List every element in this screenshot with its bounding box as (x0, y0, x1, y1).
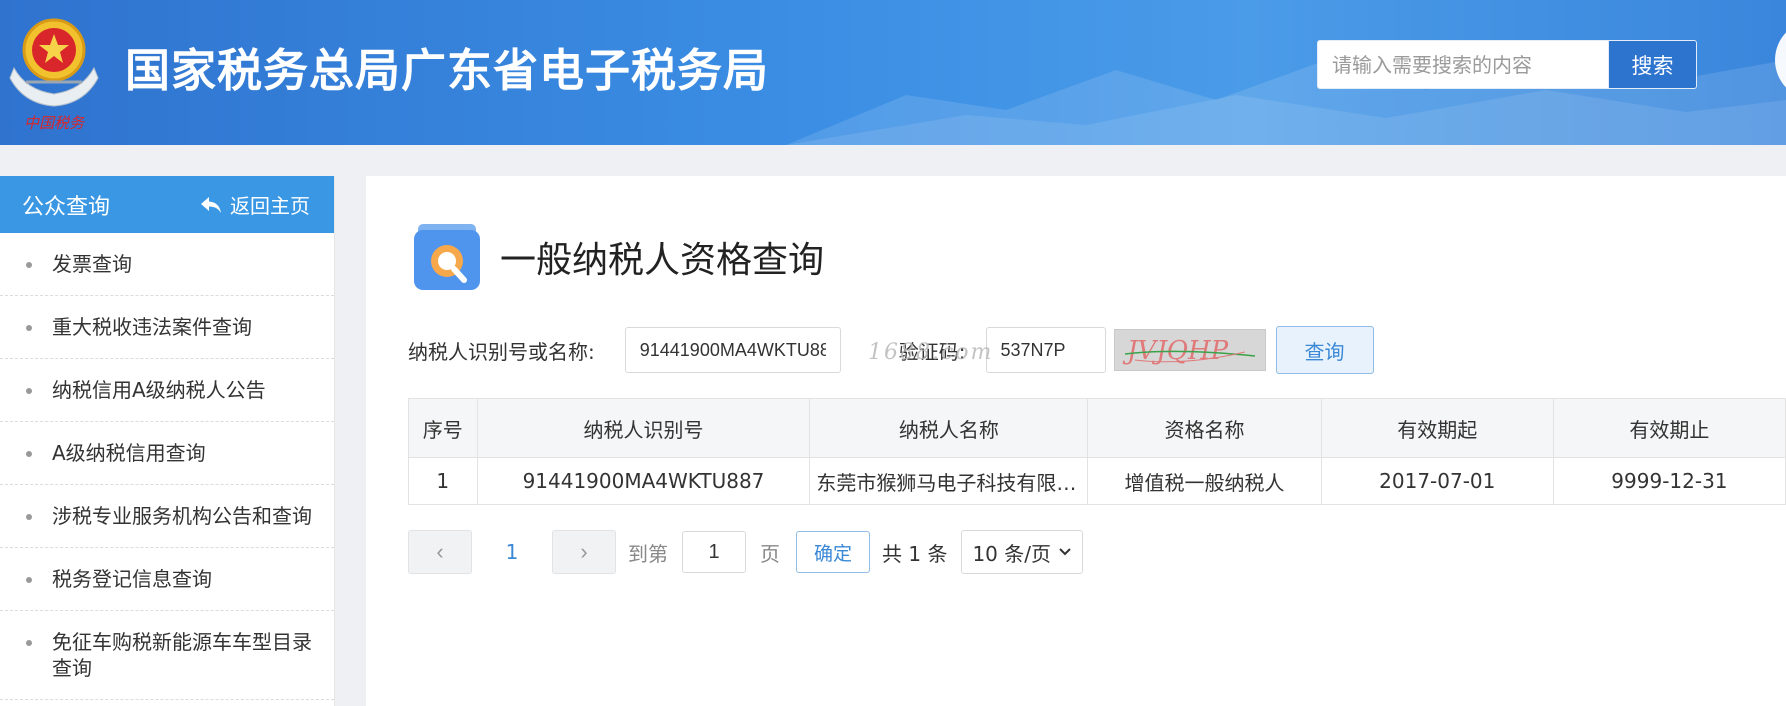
sidebar-item-service-agency[interactable]: 涉税专业服务机构公告和查询 (0, 485, 334, 548)
sidebar-title: 公众查询 (22, 194, 111, 220)
column-header-index: 序号 (408, 398, 478, 458)
chevron-down-icon (1059, 548, 1072, 556)
main-panel: 一般纳税人资格查询 纳税人识别号或名称: 验证码: JVJQHP 查询 1688… (366, 176, 1786, 706)
sidebar-item-new-energy-vehicle[interactable]: 免征车购税新能源车车型目录查询 (0, 611, 334, 700)
page-size-value: 10 条/页 (972, 541, 1051, 566)
pagination: ‹ 1 › 到第 页 确定 共 1 条 10 条/页 (408, 530, 1084, 574)
back-home-link[interactable]: 返回主页 (200, 190, 310, 219)
table-header-row: 序号 纳税人识别号 纳税人名称 资格名称 有效期起 有效期止 (408, 398, 1786, 458)
sidebar-item-label: 税务登记信息查询 (52, 567, 212, 591)
sidebar-item-label: 免征车购税新能源车车型目录查询 (52, 630, 312, 680)
sidebar-item-label: 涉税专业服务机构公告和查询 (52, 504, 312, 528)
taxid-label: 纳税人识别号或名称: (408, 339, 595, 364)
column-header-valid-to: 有效期止 (1552, 398, 1786, 458)
captcha-image[interactable]: JVJQHP (1113, 329, 1266, 371)
sidebar-item-registration-query[interactable]: 税务登记信息查询 (0, 548, 334, 611)
search-box: 搜索 (1317, 40, 1697, 89)
emblem-text: 中国税务 (24, 114, 86, 132)
cell-taxid: 91441900MA4WKTU887 (476, 457, 811, 505)
column-header-valid-from: 有效期起 (1320, 398, 1554, 458)
sidebar-item-tax-violation-query[interactable]: 重大税收违法案件查询 (0, 296, 334, 359)
sidebar-item-invoice-query[interactable]: 发票查询 (0, 233, 334, 296)
goto-page-input[interactable] (682, 531, 746, 573)
cell-valid-to: 9999-12-31 (1552, 457, 1786, 505)
sidebar-item-label: 纳税信用A级纳税人公告 (52, 378, 266, 402)
result-table: 序号 纳税人识别号 纳税人名称 资格名称 有效期起 有效期止 1 9144190… (408, 398, 1786, 505)
bullet-icon (26, 451, 32, 457)
captcha-input[interactable] (985, 327, 1106, 373)
search-query-icon (414, 224, 480, 290)
back-home-label: 返回主页 (230, 194, 310, 218)
total-count: 共 1 条 (882, 541, 948, 566)
watermark: 1688.com (868, 340, 994, 365)
goto-label: 到第 (628, 541, 668, 566)
sidebar-item-label: A级纳税信用查询 (52, 441, 206, 465)
sidebar-menu: 发票查询 重大税收违法案件查询 纳税信用A级纳税人公告 A级纳税信用查询 涉税专… (0, 233, 334, 700)
current-page-number[interactable]: 1 (472, 540, 552, 564)
sidebar-item-a-level-credit-query[interactable]: A级纳税信用查询 (0, 422, 334, 485)
bullet-icon (26, 514, 32, 520)
bullet-icon (26, 640, 32, 646)
taxid-input[interactable] (624, 327, 841, 373)
cell-name: 东莞市猴狮马电子科技有限公司 (809, 457, 1089, 505)
prev-page-button[interactable]: ‹ (408, 530, 472, 574)
sidebar-item-label: 发票查询 (52, 252, 132, 276)
sidebar-header: 公众查询 返回主页 (0, 176, 334, 233)
cell-index: 1 (408, 457, 478, 505)
page-title-row: 一般纳税人资格查询 (412, 222, 824, 292)
site-title: 国家税务总局广东省电子税务局 (125, 44, 770, 97)
page-unit-label: 页 (760, 541, 780, 566)
next-page-button[interactable]: › (552, 530, 616, 574)
table-row: 1 91441900MA4WKTU887 东莞市猴狮马电子科技有限公司 增值税一… (408, 457, 1786, 505)
query-form: 纳税人识别号或名称: 验证码: JVJQHP 查询 1688.com (408, 326, 1374, 374)
tax-emblem-icon: 中国税务 (9, 18, 99, 132)
cell-qualification: 增值税一般纳税人 (1087, 457, 1322, 505)
bullet-icon (26, 262, 32, 268)
column-header-name: 纳税人名称 (809, 398, 1089, 458)
column-header-qualification: 资格名称 (1087, 398, 1322, 458)
search-input[interactable] (1318, 41, 1608, 88)
cell-valid-from: 2017-07-01 (1320, 457, 1554, 505)
captcha-image-graphic: JVJQHP (1122, 336, 1255, 366)
search-button[interactable]: 搜索 (1608, 41, 1696, 88)
query-button[interactable]: 查询 (1275, 326, 1374, 374)
goto-confirm-button[interactable]: 确定 (796, 531, 870, 573)
column-header-taxid: 纳税人识别号 (476, 398, 811, 458)
page-size-select[interactable]: 10 条/页 (961, 530, 1084, 574)
site-header: 中国税务 国家税务总局广东省电子税务局 搜索 (0, 0, 1786, 145)
page-title: 一般纳税人资格查询 (500, 240, 825, 281)
sidebar-item-a-level-announcement[interactable]: 纳税信用A级纳税人公告 (0, 359, 334, 422)
sidebar-item-label: 重大税收违法案件查询 (52, 315, 252, 339)
reply-arrow-icon (201, 196, 221, 213)
sidebar: 公众查询 返回主页 发票查询 重大税收违法案件查询 纳税信用A级纳税人公告 A级… (0, 176, 335, 706)
bullet-icon (26, 325, 32, 331)
bullet-icon (26, 388, 32, 394)
bullet-icon (26, 577, 32, 583)
